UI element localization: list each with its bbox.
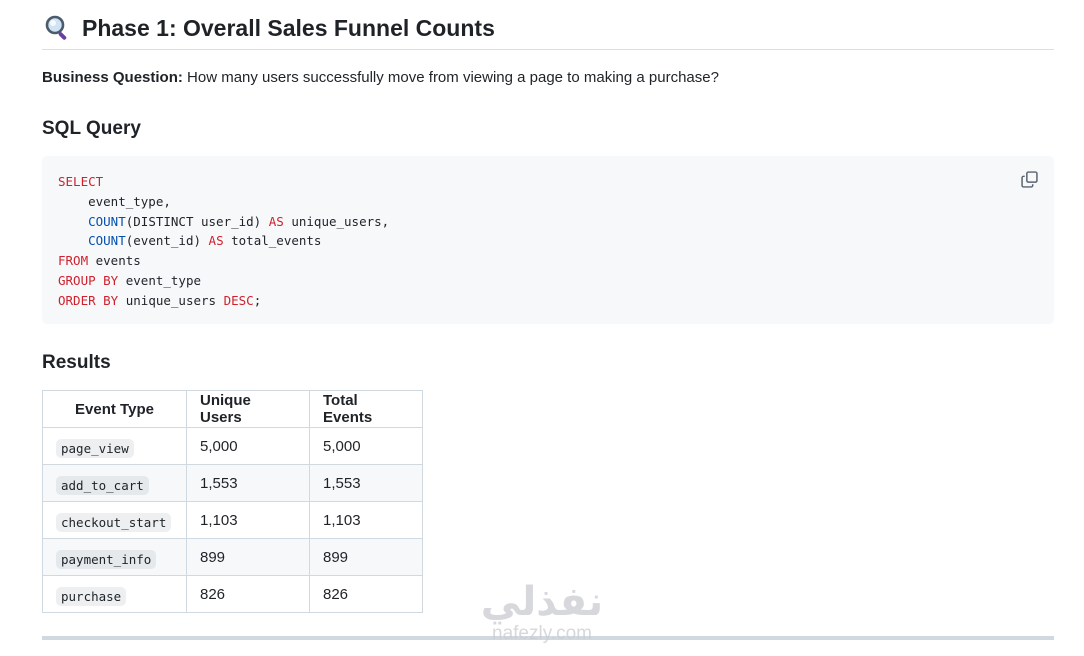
- table-row: page_view 5,000 5,000: [42, 427, 423, 465]
- sql-keyword: AS: [268, 213, 284, 229]
- unique-users-cell: 1,553: [186, 464, 310, 502]
- question-text: How many users successfully move from vi…: [182, 69, 719, 86]
- column-header-unique-users: Unique Users: [186, 390, 310, 428]
- watermark-logo: نفذلي nafezly.com: [472, 580, 612, 656]
- business-question: Business Question: How many users succes…: [42, 69, 719, 86]
- sql-text: (event_id): [125, 233, 209, 249]
- event-type-cell: page_view: [42, 427, 187, 465]
- watermark-arabic: نفذلي: [480, 580, 604, 624]
- copy-icon: [1020, 170, 1038, 188]
- code-line: COUNT(DISTINCT user_id) AS unique_users,: [58, 212, 389, 232]
- copy-button[interactable]: [1018, 168, 1040, 190]
- event-type-code: checkout_start: [56, 512, 172, 532]
- code-line: SELECT: [58, 172, 389, 192]
- phase-heading: Phase 1: Overall Sales Funnel Counts: [42, 12, 1054, 50]
- sql-function: COUNT: [88, 213, 126, 229]
- unique-users-cell: 1,103: [186, 501, 310, 539]
- event-type-code: payment_info: [56, 549, 157, 569]
- table-row: add_to_cart 1,553 1,553: [42, 464, 423, 502]
- code-line: COUNT(event_id) AS total_events: [58, 231, 389, 251]
- sql-text: ;: [253, 292, 262, 308]
- horizontal-rule: [42, 636, 1054, 640]
- event-type-cell: purchase: [42, 575, 187, 613]
- sql-text: total_events: [223, 233, 322, 249]
- total-events-cell: 899: [309, 538, 423, 576]
- code-line: FROM events: [58, 251, 389, 271]
- column-header-total-events: Total Events: [309, 390, 423, 428]
- total-events-cell: 5,000: [309, 427, 423, 465]
- sql-keyword: SELECT: [58, 174, 104, 189]
- watermark-latin: nafezly.com: [492, 623, 592, 644]
- table-row: purchase 826 826: [42, 575, 423, 613]
- sql-keyword: AS: [208, 233, 224, 249]
- page-title: Phase 1: Overall Sales Funnel Counts: [82, 15, 495, 41]
- event-type-code: page_view: [56, 438, 134, 458]
- sql-text: unique_users: [118, 292, 224, 308]
- event-type-code: add_to_cart: [56, 475, 149, 495]
- event-type-cell: add_to_cart: [42, 464, 187, 502]
- total-events-cell: 1,553: [309, 464, 423, 502]
- sql-text: event_type,: [58, 193, 171, 209]
- magnifying-glass-icon: [45, 15, 71, 41]
- code-line: GROUP BY event_type: [58, 271, 389, 291]
- unique-users-cell: 826: [186, 575, 310, 613]
- sql-keyword: ORDER BY: [58, 292, 119, 308]
- total-events-cell: 1,103: [309, 501, 423, 539]
- code-line: event_type,: [58, 192, 389, 212]
- event-type-cell: checkout_start: [42, 501, 187, 539]
- sql-keyword: GROUP BY: [58, 272, 119, 288]
- sql-code: SELECT event_type, COUNT(DISTINCT user_i…: [58, 172, 389, 311]
- unique-users-cell: 5,000: [186, 427, 310, 465]
- table-header-row: Event Type Unique Users Total Events: [42, 390, 423, 428]
- results-table: Event Type Unique Users Total Events pag…: [42, 390, 423, 613]
- unique-users-cell: 899: [186, 538, 310, 576]
- sql-query-heading: SQL Query: [42, 118, 141, 139]
- results-heading: Results: [42, 352, 111, 373]
- sql-text: unique_users,: [283, 213, 390, 229]
- question-label: Business Question:: [42, 69, 183, 86]
- sql-keyword: FROM: [58, 253, 89, 269]
- event-type-code: purchase: [56, 586, 127, 606]
- sql-text: event_type: [118, 272, 202, 288]
- column-header-event-type: Event Type: [42, 390, 187, 428]
- sql-function: COUNT: [88, 233, 126, 249]
- code-line: ORDER BY unique_users DESC;: [58, 291, 389, 311]
- table-row: checkout_start 1,103 1,103: [42, 501, 423, 539]
- sql-text: events: [88, 253, 141, 269]
- sql-code-block: SELECT event_type, COUNT(DISTINCT user_i…: [42, 156, 1054, 324]
- event-type-cell: payment_info: [42, 538, 187, 576]
- sql-keyword: DESC: [223, 292, 254, 308]
- sql-text: (DISTINCT user_id): [125, 213, 269, 229]
- total-events-cell: 826: [309, 575, 423, 613]
- table-row: payment_info 899 899: [42, 538, 423, 576]
